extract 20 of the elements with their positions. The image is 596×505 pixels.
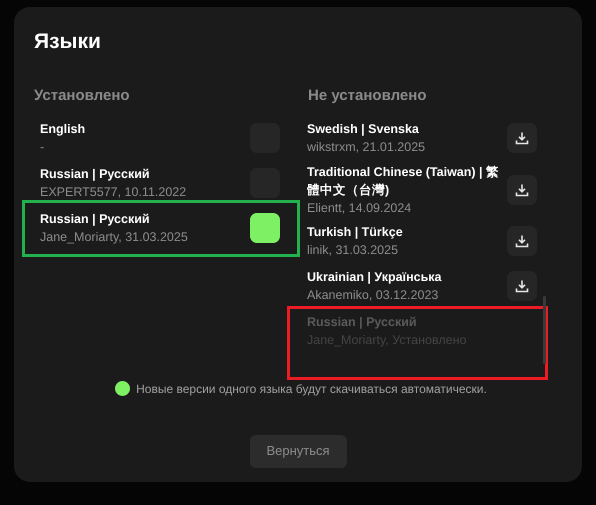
language-detail: EXPERT5577, 10.11.2022 bbox=[40, 184, 186, 201]
language-name: Russian | Русский bbox=[40, 166, 150, 183]
language-name: Russian | Русский bbox=[40, 211, 150, 228]
language-detail: linik, 31.03.2025 bbox=[307, 242, 398, 259]
section-heading: Не установлено bbox=[308, 86, 426, 106]
dialog-title: Языки bbox=[34, 29, 101, 55]
language-detail: Jane_Moriarty, 31.03.2025 bbox=[40, 229, 188, 246]
language-name: Turkish | Türkçe bbox=[307, 224, 404, 241]
language-name: Ukrainian | Українська bbox=[307, 269, 442, 286]
section-heading: Установлено bbox=[34, 86, 130, 106]
back-button[interactable]: Вернуться bbox=[250, 434, 346, 468]
language-detail: - bbox=[40, 139, 44, 156]
auto-update-note: Новые версии одного языка будут скачиваться автоматически. bbox=[136, 380, 487, 398]
language-name: Traditional Chinese (Taiwan) | 繁體中文（台灣) bbox=[307, 164, 500, 198]
language-name: Swedish | Svenska bbox=[307, 121, 420, 138]
language-name: Russian | Русский bbox=[307, 314, 418, 331]
language-detail: Akanemiko, 03.12.2023 bbox=[307, 287, 438, 304]
language-detail: Elientt, 14.09.2024 bbox=[307, 200, 412, 216]
language-name: English bbox=[40, 121, 86, 138]
language-detail: wikstrxm, 21.01.2025 bbox=[307, 139, 426, 156]
